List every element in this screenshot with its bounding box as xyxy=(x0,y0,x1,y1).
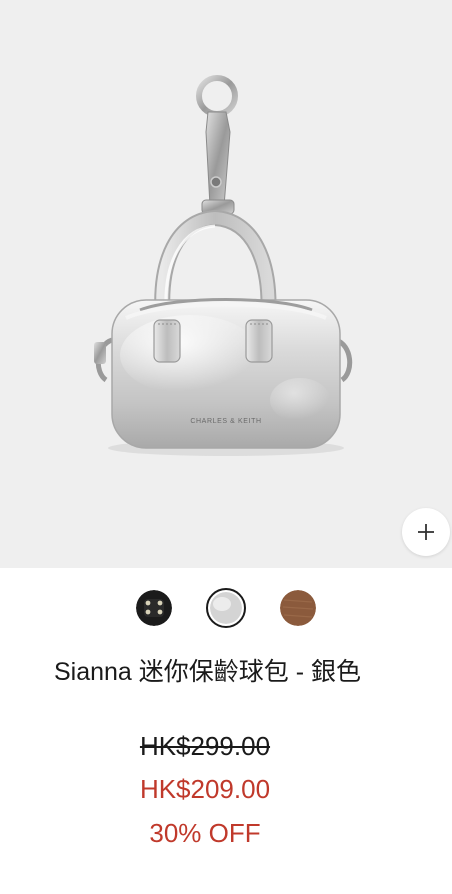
sale-price: HK$209.00 xyxy=(139,774,271,804)
swatch-silver-dot xyxy=(210,592,242,624)
brand-mark: CHARLES & KEITH xyxy=(190,418,261,425)
swatch-brown-dot xyxy=(280,590,316,626)
swatch-brown[interactable] xyxy=(278,588,318,628)
swatch-black-dot xyxy=(136,590,172,626)
discount-label: 30% OFF xyxy=(149,818,261,848)
product-image[interactable]: CHARLES & KEITH xyxy=(0,0,452,568)
swatch-black[interactable] xyxy=(134,588,174,628)
original-price: HK$299.00 xyxy=(139,731,271,761)
product-image-area[interactable]: CHARLES & KEITH xyxy=(0,0,452,568)
swatch-silver[interactable] xyxy=(206,588,246,628)
plus-icon xyxy=(418,524,434,540)
price-block: HK$299.00 HK$209.00 30% OFF xyxy=(0,726,410,854)
product-name: Sianna 迷你保齡球包 - 銀色 xyxy=(53,658,361,686)
zoom-button[interactable] xyxy=(402,508,450,556)
color-swatches xyxy=(0,588,452,628)
